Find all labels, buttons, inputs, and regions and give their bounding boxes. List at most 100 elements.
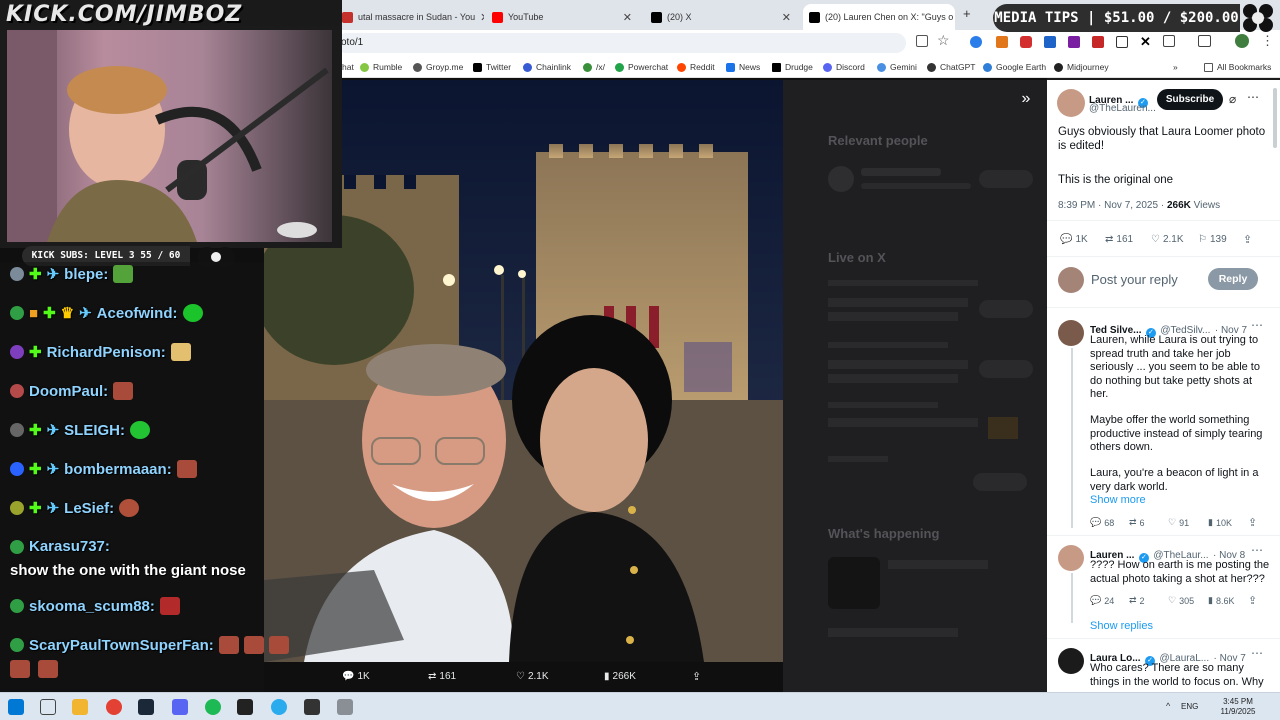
reply-button[interactable]: 💬 24 <box>1090 595 1114 606</box>
like-button[interactable]: ♡ 91 <box>1168 517 1189 528</box>
close-icon[interactable]: ✕ <box>623 11 632 24</box>
subscribe-button[interactable]: Subscribe <box>1157 89 1223 110</box>
avatar[interactable] <box>1058 648 1084 674</box>
share-icon[interactable]: ⇪ <box>692 670 701 683</box>
avatar[interactable] <box>1057 89 1085 117</box>
drudge-icon <box>772 62 781 72</box>
obs-icon[interactable] <box>304 699 320 715</box>
bookmark-item[interactable]: News <box>726 62 760 72</box>
bookmark-item[interactable]: Midjourney <box>1054 62 1109 72</box>
bookmark-item[interactable]: Gemini <box>877 62 917 72</box>
url-field[interactable]: oto/1 <box>341 37 363 48</box>
chevron-up-icon[interactable]: ^ <box>1166 701 1170 711</box>
language-indicator[interactable]: ENG <box>1181 702 1198 711</box>
tab-sudan[interactable]: utal massacre in Sudan - You ✕ <box>336 4 484 30</box>
app-icon[interactable] <box>337 699 353 715</box>
all-bookmarks[interactable]: All Bookmarks <box>1204 62 1271 72</box>
bookmark-item[interactable]: Rumble <box>360 62 402 72</box>
metamask-icon[interactable] <box>996 36 1008 48</box>
like-button[interactable]: ♡ 2.1K <box>1151 234 1184 245</box>
clock[interactable]: 3:45 PM 11/9/2025 <box>1208 697 1268 717</box>
start-icon[interactable] <box>8 699 24 715</box>
task-view-icon[interactable] <box>40 699 56 715</box>
reply-button[interactable]: Reply <box>1208 268 1258 290</box>
more-bookmarks-icon[interactable]: » <box>1173 62 1178 72</box>
bookmark-star-icon[interactable]: ☆ <box>937 32 950 49</box>
show-replies-link[interactable]: Show replies <box>1090 620 1153 632</box>
avatar[interactable] <box>1058 545 1084 571</box>
views-button[interactable]: ▮ 10K <box>1208 517 1232 528</box>
bookmark-item[interactable]: /x/ <box>583 62 605 72</box>
emote-icon <box>182 304 203 322</box>
emote-icon <box>119 499 140 517</box>
chat-message: DoomPaul: <box>10 382 134 400</box>
reply-text: Lauren, while Laura is out trying to spr… <box>1090 334 1260 400</box>
bookmark-item[interactable]: Chainlink <box>523 62 571 72</box>
author-handle[interactable]: @TheLauren... <box>1089 103 1156 114</box>
repost-button[interactable]: ⇄ 2 <box>1129 595 1145 606</box>
bookmark-item[interactable]: ChatGPT <box>927 62 975 72</box>
tweet-time[interactable]: 8:39 PM · Nov 7, 2025 · <box>1058 200 1164 211</box>
chrome-icon[interactable] <box>106 699 122 715</box>
discord-icon[interactable] <box>172 699 188 715</box>
channel-logo: KICK.COM/JIMBOZ <box>6 2 243 27</box>
tab-x[interactable]: (20) X ✕ <box>645 4 797 30</box>
views-button[interactable]: ▮ 8.6K <box>1208 595 1234 606</box>
bookmark-item[interactable]: Discord <box>823 62 865 72</box>
show-more-link[interactable]: Show more <box>1090 494 1146 506</box>
like-button[interactable]: ♡ 305 <box>1168 595 1194 606</box>
install-icon[interactable] <box>916 35 928 47</box>
menu-icon[interactable]: ⋮ <box>1261 33 1274 49</box>
grok-icon[interactable]: ⌀ <box>1229 92 1236 106</box>
reply-button[interactable]: 💬 1K <box>1060 234 1088 245</box>
x-logo-icon[interactable]: ✕ <box>1140 34 1151 50</box>
extension-icon[interactable] <box>1044 36 1056 48</box>
repost-button[interactable]: ⇄ 6 <box>1129 517 1145 528</box>
extension-icon[interactable] <box>1092 36 1104 48</box>
extension-icon[interactable] <box>1116 36 1128 48</box>
new-tab-button[interactable]: + <box>963 6 971 21</box>
share-icon[interactable]: ⇪ <box>1248 594 1257 607</box>
media-views-button[interactable]: ▮ 266K <box>604 671 636 682</box>
scrollbar[interactable] <box>1273 88 1277 148</box>
media-repost-button[interactable]: ⇄ 161 <box>428 671 456 682</box>
sidepanel-icon[interactable] <box>1198 35 1211 47</box>
bookmark-item[interactable]: hat <box>342 62 354 72</box>
tab-lauren-chen[interactable]: (20) Lauren Chen on X: "Guys o ✕ <box>803 4 955 30</box>
steam-icon[interactable] <box>138 699 154 715</box>
more-icon[interactable]: ⋯ <box>1251 318 1263 332</box>
bookmark-item[interactable]: Reddit <box>677 62 715 72</box>
bookmark-item[interactable]: Groyp.me <box>413 62 463 72</box>
share-icon[interactable]: ⇪ <box>1243 233 1252 246</box>
puzzle-icon[interactable] <box>1163 35 1175 47</box>
spotify-icon[interactable] <box>205 699 221 715</box>
bookmark-item[interactable]: Powerchat <box>615 62 668 72</box>
bookmark-item[interactable]: Drudge <box>772 62 813 72</box>
terminal-icon[interactable] <box>237 699 253 715</box>
media-like-button[interactable]: ♡ 2.1K <box>516 671 549 682</box>
extension-icon[interactable] <box>970 36 982 48</box>
more-icon[interactable]: ⋯ <box>1251 646 1263 660</box>
reply-input[interactable]: Post your reply <box>1091 272 1178 287</box>
avatar[interactable] <box>1058 320 1084 346</box>
more-icon[interactable]: ⋯ <box>1247 90 1259 104</box>
shield-icon[interactable] <box>1020 36 1032 48</box>
share-icon[interactable]: ⇪ <box>1248 516 1257 529</box>
collapse-panel-icon[interactable]: » <box>1016 90 1036 110</box>
live-on-x-heading: Live on X <box>828 250 886 265</box>
reply-button[interactable]: 💬 68 <box>1090 517 1114 528</box>
bookmark-button[interactable]: ⚐ 139 <box>1198 234 1227 245</box>
bookmark-item[interactable]: Twitter <box>473 62 511 72</box>
more-icon[interactable]: ⋯ <box>1251 543 1263 557</box>
extension-icon[interactable] <box>1068 36 1080 48</box>
telegram-icon[interactable] <box>271 699 287 715</box>
tab-youtube[interactable]: YouTube ✕ <box>486 4 638 30</box>
media-reply-button[interactable]: 💬 1K <box>342 671 370 682</box>
close-icon[interactable]: ✕ <box>480 11 484 24</box>
chat-message: ■ ✚ ♛ ✈ Aceofwind: <box>10 304 203 322</box>
close-icon[interactable]: ✕ <box>782 11 791 24</box>
folder-icon[interactable] <box>72 699 88 715</box>
bookmark-item[interactable]: Google Earth <box>983 62 1046 72</box>
avatar[interactable] <box>1235 34 1249 48</box>
repost-button[interactable]: ⇄ 161 <box>1105 234 1133 245</box>
